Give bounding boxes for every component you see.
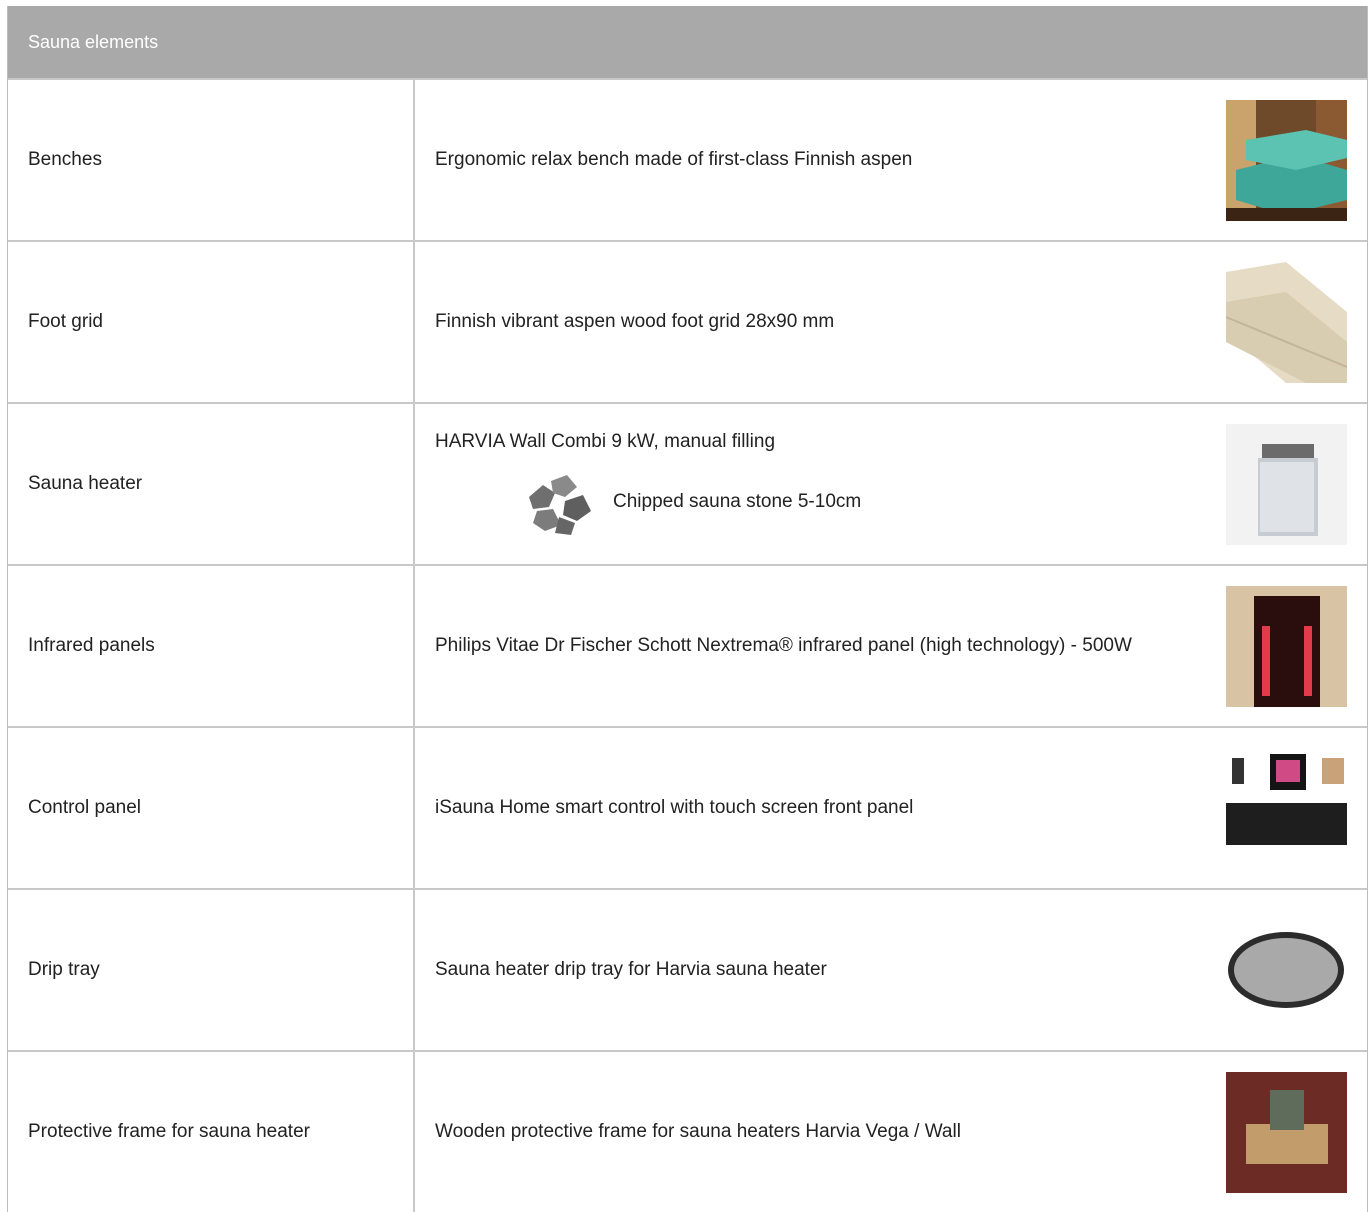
- element-name: Foot grid: [8, 242, 415, 402]
- element-description: Wooden protective frame for sauna heater…: [435, 1121, 961, 1142]
- element-name: Benches: [8, 80, 415, 240]
- drip-tray-image: [1226, 909, 1347, 1031]
- element-description: Ergonomic relax bench made of first-clas…: [435, 149, 913, 170]
- table-row: Drip tray Sauna heater drip tray for Har…: [8, 890, 1367, 1052]
- sauna-heater-image: [1226, 423, 1347, 545]
- table-row: Benches Ergonomic relax bench made of fi…: [8, 80, 1367, 242]
- bench-image: [1226, 99, 1347, 221]
- protective-frame-image: [1226, 1071, 1347, 1193]
- infrared-panel-image: [1226, 585, 1347, 707]
- control-panel-image: [1226, 747, 1347, 869]
- sauna-elements-table: Sauna elements Benches Ergonomic relax b…: [7, 6, 1368, 1212]
- foot-grid-image: [1226, 261, 1347, 383]
- table-row: Control panel iSauna Home smart control …: [8, 728, 1367, 890]
- element-description: Sauna heater drip tray for Harvia sauna …: [435, 959, 827, 980]
- table-row: Foot grid Finnish vibrant aspen wood foo…: [8, 242, 1367, 404]
- element-description: iSauna Home smart control with touch scr…: [435, 797, 914, 818]
- element-name: Control panel: [8, 728, 415, 888]
- table-row: Infrared panels Philips Vitae Dr Fischer…: [8, 566, 1367, 728]
- element-name: Infrared panels: [8, 566, 415, 726]
- element-name: Drip tray: [8, 890, 415, 1050]
- element-name: Sauna heater: [8, 404, 415, 564]
- sauna-stone-text: Chipped sauna stone 5-10cm: [613, 491, 862, 512]
- element-name: Protective frame for sauna heater: [8, 1052, 415, 1212]
- table-row: Protective frame for sauna heater Wooden…: [8, 1052, 1367, 1212]
- element-description: HARVIA Wall Combi 9 kW, manual filling: [435, 431, 776, 452]
- sauna-stones-image: [521, 467, 597, 537]
- element-description: Finnish vibrant aspen wood foot grid 28x…: [435, 311, 835, 332]
- element-description: Philips Vitae Dr Fischer Schott Nextrema…: [435, 635, 1132, 656]
- table-row: Sauna heater HARVIA Wall Combi 9 kW, man…: [8, 404, 1367, 566]
- table-header: Sauna elements: [8, 6, 1367, 80]
